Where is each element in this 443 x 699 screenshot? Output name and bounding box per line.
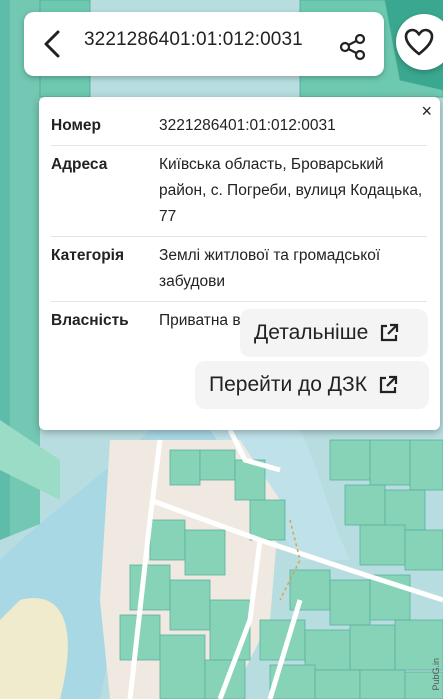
favorite-button[interactable] bbox=[396, 14, 443, 70]
parcel-info-table: Номер 3221286401:01:012:0031 Адреса Київ… bbox=[51, 107, 427, 340]
row-value: Землі житлової та громадської забудови bbox=[159, 247, 381, 290]
arrow-back-icon bbox=[44, 30, 60, 58]
table-row: Номер 3221286401:01:012:0031 bbox=[51, 107, 427, 146]
share-button[interactable] bbox=[338, 32, 368, 62]
external-link-icon bbox=[381, 323, 399, 342]
row-label: Адреса bbox=[51, 156, 108, 173]
table-row: Категорія Землі житлової та громадської … bbox=[51, 237, 427, 302]
row-label: Категорія bbox=[51, 247, 125, 264]
external-link-icon bbox=[379, 375, 398, 394]
parcel-info-popup: × Номер 3221286401:01:012:0031 Адреса Ки… bbox=[39, 97, 440, 430]
details-button[interactable]: Детальніше bbox=[240, 309, 428, 357]
share-icon bbox=[339, 33, 366, 61]
go-to-dzk-button[interactable]: Перейти до ДЗК bbox=[195, 361, 429, 409]
cadastral-number-title: 3221286401:01:012:0031 bbox=[84, 29, 303, 50]
go-to-dzk-label: Перейти до ДЗК bbox=[209, 373, 367, 396]
map-attribution: PubG.in bbox=[431, 658, 441, 691]
top-bar: 3221286401:01:012:0031 bbox=[24, 12, 384, 76]
heart-icon bbox=[404, 28, 434, 56]
table-row: Адреса Київська область, Броварський рай… bbox=[51, 146, 427, 237]
row-value: Київська область, Броварський район, с. … bbox=[159, 156, 423, 225]
row-label: Власність bbox=[51, 312, 129, 329]
back-button[interactable] bbox=[34, 26, 70, 62]
row-value: 3221286401:01:012:0031 bbox=[159, 117, 336, 134]
row-label: Номер bbox=[51, 117, 102, 134]
details-label: Детальніше bbox=[254, 321, 369, 344]
